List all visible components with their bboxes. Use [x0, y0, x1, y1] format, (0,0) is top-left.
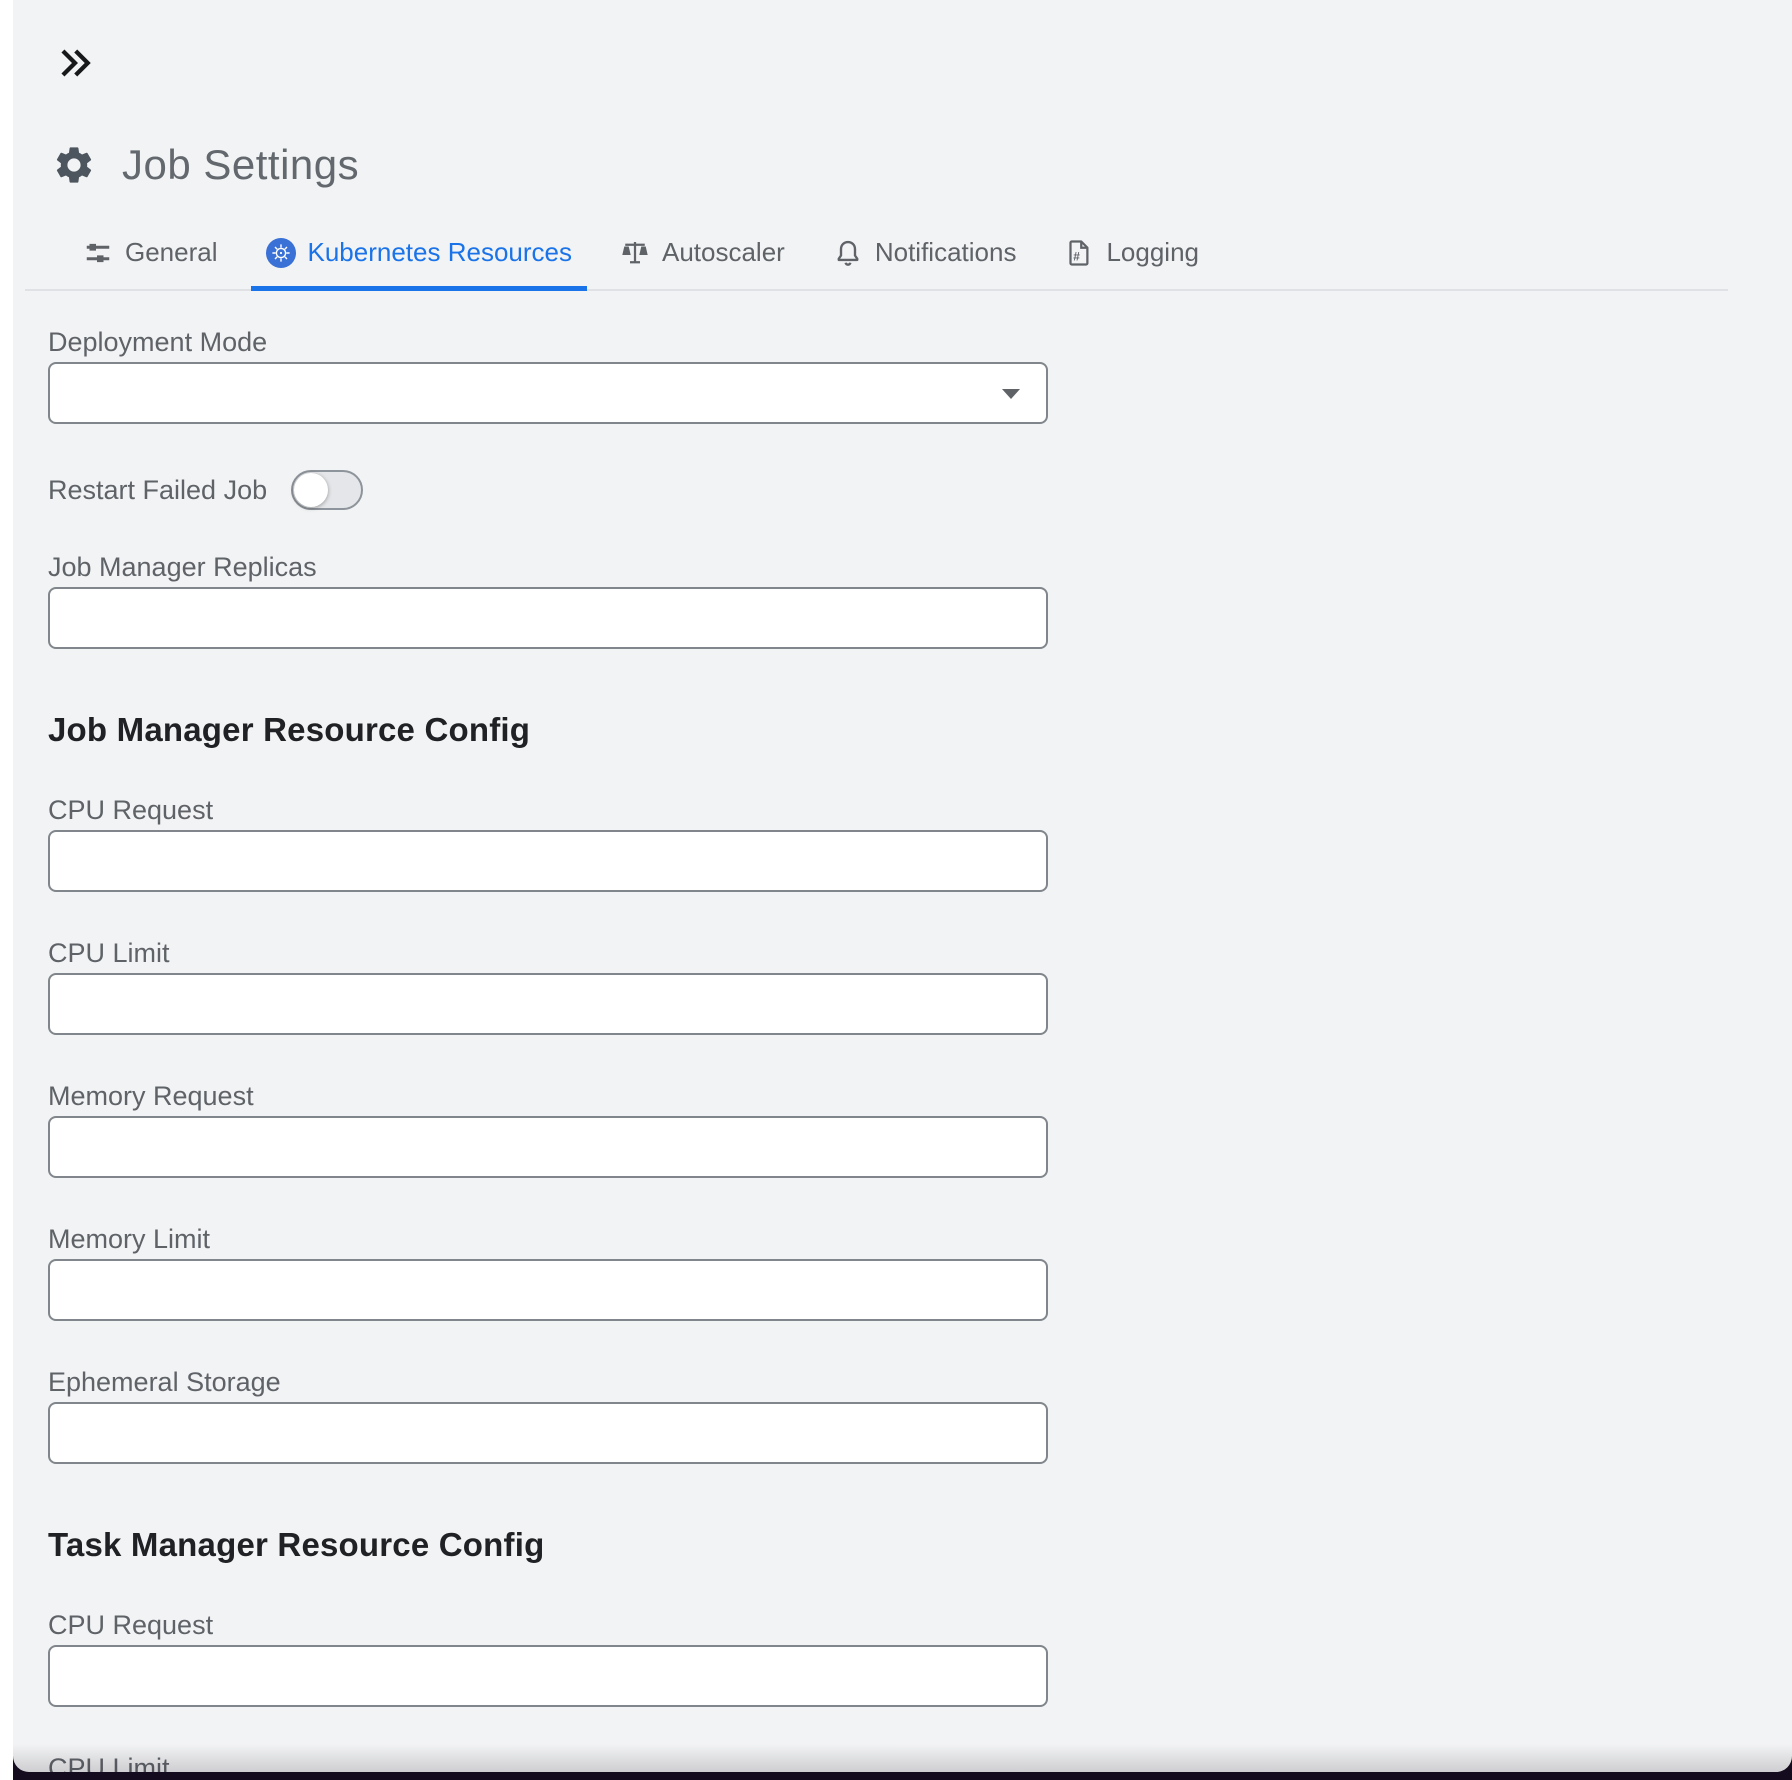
tab-label: Notifications	[875, 237, 1017, 268]
collapse-panel-button[interactable]	[56, 44, 94, 82]
tm-cpu-request-label: CPU Request	[48, 1608, 1792, 1642]
jm-memory-request-input[interactable]	[48, 1116, 1048, 1178]
section-heading-job-manager: Job Manager Resource Config	[48, 711, 1792, 749]
deployment-mode-label: Deployment Mode	[48, 325, 1792, 359]
tab-logging[interactable]: # Logging	[1049, 219, 1214, 289]
tab-label: Logging	[1106, 237, 1199, 268]
jm-ephemeral-storage-input[interactable]	[48, 1402, 1048, 1464]
tab-label: Kubernetes Resources	[308, 237, 572, 268]
job-manager-replicas-label: Job Manager Replicas	[48, 550, 1792, 584]
panel-header: Job Settings	[52, 141, 1792, 189]
jm-memory-limit-label: Memory Limit	[48, 1222, 1792, 1256]
tab-notifications[interactable]: Notifications	[818, 219, 1032, 289]
jm-ephemeral-storage-label: Ephemeral Storage	[48, 1365, 1792, 1399]
tm-cpu-limit-label: CPU Limit	[48, 1751, 1792, 1772]
tab-general[interactable]: General	[68, 219, 233, 289]
tm-cpu-request-input[interactable]	[48, 1645, 1048, 1707]
job-settings-panel: Job Settings General	[13, 0, 1792, 1772]
jm-memory-limit-input[interactable]	[48, 1259, 1048, 1321]
jm-cpu-limit-input[interactable]	[48, 973, 1048, 1035]
restart-failed-job-label: Restart Failed Job	[48, 473, 267, 507]
restart-failed-job-toggle[interactable]	[291, 470, 363, 510]
gear-icon	[52, 143, 96, 187]
jm-cpu-limit-label: CPU Limit	[48, 936, 1792, 970]
scale-icon	[620, 238, 650, 268]
job-manager-replicas-input[interactable]	[48, 587, 1048, 649]
tab-kubernetes-resources[interactable]: Kubernetes Resources	[251, 219, 587, 289]
tune-icon	[83, 238, 113, 268]
underlying-page-edge	[0, 0, 13, 1780]
svg-text:#: #	[1074, 249, 1081, 263]
section-heading-task-manager: Task Manager Resource Config	[48, 1526, 1792, 1564]
bell-icon	[833, 238, 863, 268]
log-file-icon: #	[1064, 238, 1094, 268]
jm-memory-request-label: Memory Request	[48, 1079, 1792, 1113]
tab-autoscaler[interactable]: Autoscaler	[605, 219, 800, 289]
chevron-down-icon	[1002, 389, 1020, 399]
tab-label: Autoscaler	[662, 237, 785, 268]
jm-cpu-request-input[interactable]	[48, 830, 1048, 892]
tab-bar: General Kubernetes Resources	[25, 219, 1728, 291]
double-chevron-right-icon	[58, 68, 92, 83]
jm-cpu-request-label: CPU Request	[48, 793, 1792, 827]
tab-label: General	[125, 237, 218, 268]
kubernetes-icon	[266, 238, 296, 268]
toggle-knob	[294, 473, 328, 507]
page-title: Job Settings	[122, 141, 359, 189]
deployment-mode-select[interactable]	[48, 362, 1048, 424]
